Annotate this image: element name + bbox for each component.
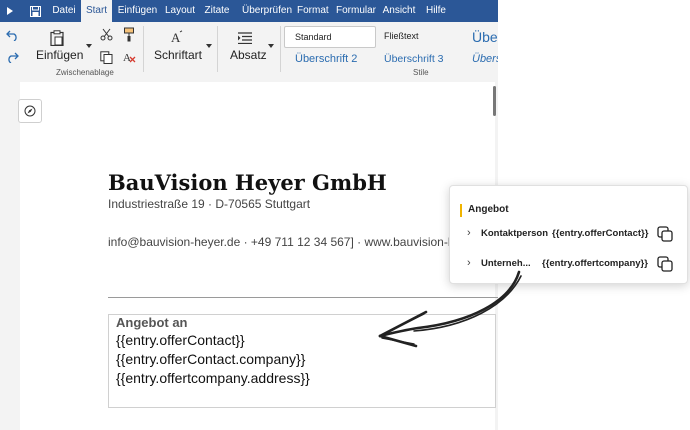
vertical-scrollbar[interactable] — [493, 86, 496, 116]
ribbon-separator — [280, 26, 281, 72]
clipboard-group-label: Zwischenablage — [56, 68, 114, 77]
styles-group-label: Stile — [413, 68, 429, 77]
popup-title: Angebot — [468, 204, 509, 215]
font-button[interactable]: Schriftart — [154, 48, 202, 62]
paragraph-dropdown-icon[interactable] — [268, 44, 274, 48]
copy-icon[interactable] — [100, 51, 113, 69]
tab-hilfe[interactable]: Hilfe — [424, 0, 448, 22]
style-standard[interactable]: Standard — [284, 26, 376, 48]
style-standard-label: Standard — [295, 32, 332, 42]
field-token: {{entry.offerContact}} — [552, 228, 649, 239]
style-ueberschrift-3[interactable]: Überschrift 3 — [384, 53, 444, 65]
chevron-right-icon[interactable]: › — [467, 227, 471, 239]
svg-text:A: A — [171, 30, 181, 44]
popup-accent-bar — [460, 204, 462, 217]
field-row-unternehmen[interactable]: › Unterneh... {{entry.offertcompany}} — [450, 254, 687, 274]
field-picker-popup: Angebot › Kontaktperson {{entry.offerCon… — [449, 185, 688, 284]
ribbon-toolbar: Einfügen A Zwischenablage A Schriftart A… — [0, 22, 498, 81]
paste-button[interactable]: Einfügen — [36, 48, 83, 62]
paragraph-button[interactable]: Absatz — [230, 48, 267, 62]
company-contact-line: info@bauvision-heyer.de · +49 711 12 34 … — [108, 235, 494, 249]
field-row-kontaktperson[interactable]: › Kontaktperson {{entry.offerContact}} — [450, 224, 687, 244]
menu-tab-bar: Datei Start Einfügen Layout Zitate Überp… — [0, 0, 498, 24]
redo-icon[interactable] — [6, 50, 19, 68]
navigator-compass-icon[interactable] — [18, 99, 42, 123]
field-label: Unterneh... — [481, 258, 531, 269]
tab-start[interactable]: Start — [81, 0, 112, 24]
font-dropdown-icon[interactable] — [206, 44, 212, 48]
clear-formatting-icon[interactable]: A — [123, 51, 136, 69]
ribbon-separator — [217, 26, 218, 72]
style-ueberschrift-4[interactable]: Überschrift 4 — [472, 53, 498, 65]
tab-format[interactable]: Format — [297, 0, 329, 22]
font-icon[interactable]: A — [170, 30, 184, 49]
company-address: Industriestraße 19 · D-70565 Stuttgart — [108, 197, 311, 211]
header-divider — [108, 297, 498, 298]
word-app-window: Datei Start Einfügen Layout Zitate Überp… — [0, 0, 498, 430]
tab-einfuegen[interactable]: Einfügen — [114, 0, 161, 22]
offer-company-placeholder[interactable]: {{entry.offerContact.company}} — [116, 351, 305, 367]
tab-layout[interactable]: Layout — [162, 0, 198, 22]
paste-dropdown-icon[interactable] — [86, 44, 92, 48]
tab-ansicht[interactable]: Ansicht — [381, 0, 417, 22]
style-fliesstext[interactable]: Fließtext — [384, 31, 419, 41]
style-ueberschrift-1[interactable]: Überschrift 1 — [472, 29, 498, 45]
scissors-icon[interactable] — [100, 28, 113, 46]
tab-zitate[interactable]: Zitate — [200, 0, 234, 22]
tab-datei[interactable]: Datei — [47, 0, 81, 22]
offer-heading: Angebot an — [116, 315, 188, 330]
app-logo-icon[interactable] — [0, 0, 20, 22]
copy-icon[interactable] — [657, 256, 673, 272]
save-icon[interactable] — [26, 0, 44, 22]
chevron-right-icon[interactable]: › — [467, 257, 471, 269]
company-name: BauVision Heyer GmbH — [108, 170, 387, 195]
svg-text:A: A — [123, 52, 131, 64]
format-painter-icon[interactable] — [123, 27, 135, 47]
tab-formular[interactable]: Formular — [335, 0, 377, 22]
field-label: Kontaktperson — [481, 228, 549, 239]
copy-icon[interactable] — [657, 226, 673, 242]
field-token: {{entry.offertcompany}} — [542, 258, 648, 269]
offer-contact-placeholder[interactable]: {{entry.offerContact}} — [116, 332, 245, 348]
paragraph-icon[interactable] — [238, 31, 252, 49]
undo-icon[interactable] — [6, 28, 19, 46]
style-ueberschrift-2[interactable]: Überschrift 2 — [295, 53, 357, 65]
ribbon-separator — [143, 26, 144, 72]
tab-ueberpruefen[interactable]: Überprüfen — [237, 0, 297, 22]
offer-address-placeholder[interactable]: {{entry.offertcompany.address}} — [116, 370, 310, 386]
